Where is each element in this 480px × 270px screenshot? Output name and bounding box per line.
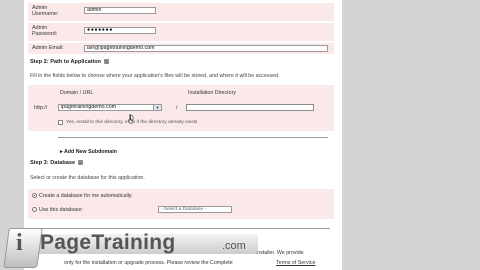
admin-username-label: Admin Username: (32, 5, 59, 18)
protocol-label: http:// (34, 105, 48, 111)
chevron-down-icon[interactable]: ▾ (153, 105, 161, 110)
watermark-brand: PageTraining (40, 231, 176, 254)
installer-form: Admin Username: admin Admin Password: ●●… (24, 0, 342, 270)
step3-title: Step 3: Database (30, 160, 84, 166)
domain-header: Domain / URL (60, 90, 94, 96)
install-dir-input[interactable] (186, 104, 314, 111)
right-gutter (342, 0, 480, 270)
admin-username-input[interactable]: admin (84, 7, 156, 14)
database-select-value: - Select a Database - (161, 207, 207, 212)
path-separator: / (176, 105, 178, 111)
admin-email-label: Admin Email: (32, 45, 64, 51)
step3-description: Select or create the database for this a… (30, 175, 145, 181)
step3-title-text: Step 3: Database (30, 160, 76, 166)
watermark-logo-block (3, 228, 43, 268)
add-subdomain-label: Add New Subdomain (63, 149, 117, 155)
terms-link[interactable]: Terms of Service (276, 260, 315, 266)
watermark-tld: .com (222, 240, 246, 252)
admin-password-input[interactable]: ●●●●●●● (84, 27, 156, 34)
admin-password-label: Admin Password: (32, 25, 58, 38)
admin-password-row (28, 23, 334, 41)
mouse-pointer-icon (128, 114, 134, 124)
admin-email-input[interactable]: ian@ipagetrainingdemo.com (84, 45, 328, 52)
watermark-logo-initial: i (16, 230, 23, 256)
help-icon[interactable] (78, 160, 84, 166)
use-database-label: Use this database: (39, 207, 83, 213)
footer-text-1: installer. We provide (256, 250, 304, 256)
step2-description: Fill in the fields below to choose where… (30, 73, 280, 79)
database-select[interactable]: - Select a Database - (158, 206, 232, 213)
step2-title: Step 2: Path to Application (30, 59, 109, 65)
create-database-radio[interactable] (32, 193, 37, 198)
add-subdomain-link[interactable]: ▸ Add New Subdomain (60, 149, 117, 155)
use-database-radio[interactable] (32, 207, 37, 212)
domain-select[interactable]: ipagetrainingdemo.com ▾ (58, 104, 162, 111)
install-dir-header: Installation Directory (188, 90, 236, 96)
step2-title-text: Step 2: Path to Application (30, 59, 101, 65)
admin-username-row (28, 3, 334, 21)
create-database-label: Create a database for me automatically. (39, 193, 133, 199)
footer-text-2: only for the installation or upgrade pro… (64, 260, 233, 266)
divider (32, 228, 330, 229)
divider (58, 137, 328, 138)
domain-select-value: ipagetrainingdemo.com (61, 104, 117, 110)
install-anyway-checkbox[interactable] (58, 120, 63, 125)
help-icon[interactable] (103, 59, 109, 65)
